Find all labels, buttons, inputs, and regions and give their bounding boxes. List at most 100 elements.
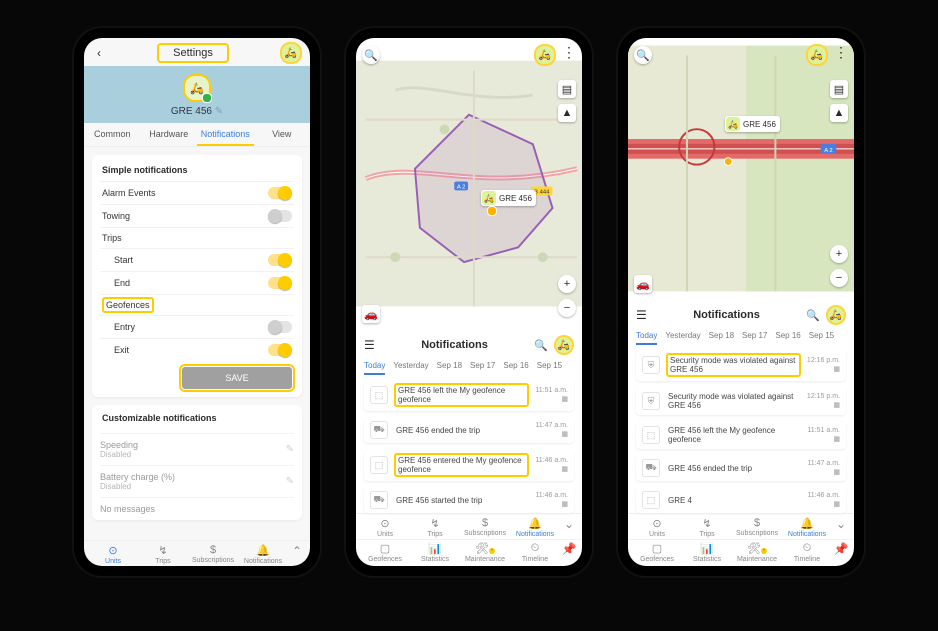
- tab-notifications[interactable]: Notifications: [197, 123, 254, 146]
- search-icon[interactable]: 🔍: [534, 339, 548, 352]
- collapse-icon[interactable]: ⌄: [832, 517, 850, 538]
- date-tab[interactable]: Sep 15: [809, 331, 834, 345]
- toggle-towing[interactable]: [268, 210, 292, 222]
- date-tab[interactable]: Today: [364, 361, 385, 375]
- map-layers-button[interactable]: ▤: [558, 80, 576, 98]
- avatar[interactable]: 🛵: [554, 335, 574, 355]
- notification-row[interactable]: ⛟GRE 456 started the trip11:46 a.m.▦: [364, 487, 574, 513]
- svg-text:B 444: B 444: [534, 189, 550, 195]
- map[interactable]: A 2 🔍 🛵 ⋮ ▤ ▲ + − 🛵 GRE 456: [628, 38, 854, 299]
- nav-timeline[interactable]: ⏲Timeline: [782, 542, 832, 563]
- date-tab[interactable]: Sep 15: [537, 361, 562, 375]
- notification-row[interactable]: ⬚GRE 456 left the My geofence geofence11…: [636, 421, 846, 449]
- zoom-in-button[interactable]: +: [830, 245, 848, 263]
- date-tab[interactable]: Sep 16: [503, 361, 528, 375]
- zoom-out-button[interactable]: −: [558, 299, 576, 317]
- nav-notifications[interactable]: 🔔Notifications: [510, 517, 560, 538]
- collapse-icon[interactable]: ⌃: [288, 544, 306, 565]
- avatar[interactable]: 🛵: [806, 44, 828, 66]
- page-title: Settings: [159, 45, 227, 61]
- date-tabs: Today Yesterday Sep 18 Sep 17 Sep 16 Sep…: [628, 331, 854, 349]
- nav-maintenance[interactable]: 🛠•Maintenance: [732, 542, 782, 563]
- collapse-icon[interactable]: ⌄: [560, 517, 578, 538]
- geofence-icon: ▢: [652, 542, 662, 555]
- edit-name-icon[interactable]: ✎: [215, 106, 223, 117]
- map[interactable]: B 444 A 2 🔍 🛵 ⋮ ▤ ▲ + − 🛵 GRE 456: [356, 38, 582, 329]
- date-tab[interactable]: Sep 18: [437, 361, 462, 375]
- avatar[interactable]: 🛵: [280, 42, 302, 64]
- nav-statistics[interactable]: 📊Statistics: [410, 542, 460, 563]
- notification-row[interactable]: ⛟GRE 456 ended the trip11:47 a.m.▦: [636, 455, 846, 481]
- date-tab[interactable]: Sep 16: [775, 331, 800, 345]
- date-tab[interactable]: Yesterday: [665, 331, 700, 345]
- nav-units[interactable]: ⊙Units: [88, 544, 138, 565]
- hamburger-icon[interactable]: ☰: [636, 308, 647, 322]
- nav-trips[interactable]: ↯Trips: [682, 517, 732, 538]
- nav-units[interactable]: ⊙Units: [632, 517, 682, 538]
- notification-row[interactable]: ⬚GRE 456 entered the My geofence geofenc…: [364, 449, 574, 481]
- pin-nav-icon[interactable]: 📌: [832, 542, 850, 563]
- date-tab[interactable]: Sep 18: [709, 331, 734, 345]
- toggle-entry[interactable]: [268, 321, 292, 333]
- nav-statistics[interactable]: 📊Statistics: [682, 542, 732, 563]
- toggle-exit[interactable]: [268, 344, 292, 356]
- back-button[interactable]: ‹: [92, 46, 106, 60]
- bell-icon: 🔔: [256, 544, 270, 557]
- notification-row[interactable]: ⬚GRE 456 left the My geofence geofence11…: [364, 379, 574, 411]
- avatar[interactable]: 🛵: [534, 44, 556, 66]
- map-locate-button[interactable]: ▲: [558, 104, 576, 122]
- nav-timeline[interactable]: ⏲Timeline: [510, 542, 560, 563]
- nav-subscriptions[interactable]: $Subscriptions: [188, 544, 238, 565]
- notification-row[interactable]: ⛨Security mode was violated against GRE …: [636, 387, 846, 415]
- tab-common[interactable]: Common: [84, 123, 141, 146]
- save-button[interactable]: SAVE: [182, 367, 292, 389]
- custom-row[interactable]: Battery charge (%)Disabled✎: [100, 465, 294, 497]
- nav-notifications[interactable]: 🔔Notifications: [238, 544, 288, 565]
- custom-row[interactable]: SpeedingDisabled✎: [100, 433, 294, 465]
- nav-geofences[interactable]: ▢Geofences: [632, 542, 682, 563]
- notification-text: GRE 456 entered the My geofence geofence: [394, 453, 529, 477]
- tab-view[interactable]: View: [254, 123, 311, 146]
- hamburger-icon[interactable]: ☰: [364, 338, 375, 352]
- unit-marker[interactable]: 🛵 GRE 456: [481, 190, 536, 206]
- nav-notifications[interactable]: 🔔Notifications: [782, 517, 832, 538]
- map-unit-button[interactable]: 🚗: [634, 275, 652, 293]
- nav-units[interactable]: ⊙Units: [360, 517, 410, 538]
- toggle-end[interactable]: [268, 277, 292, 289]
- nav-geofences[interactable]: ▢Geofences: [360, 542, 410, 563]
- nav-subscriptions[interactable]: $Subscriptions: [460, 517, 510, 538]
- nav-maintenance[interactable]: 🛠•Maintenance: [460, 542, 510, 563]
- date-tab[interactable]: Today: [636, 331, 657, 345]
- zoom-in-button[interactable]: +: [558, 275, 576, 293]
- avatar[interactable]: 🛵: [826, 305, 846, 325]
- map-locate-button[interactable]: ▲: [830, 104, 848, 122]
- toggle-alarm[interactable]: [268, 187, 292, 199]
- date-tab[interactable]: Yesterday: [393, 361, 428, 375]
- nav-subscriptions[interactable]: $Subscriptions: [732, 517, 782, 538]
- date-tab[interactable]: Sep 17: [742, 331, 767, 345]
- map-layers-button[interactable]: ▤: [830, 80, 848, 98]
- notification-row[interactable]: ⬚GRE 411:46 a.m.▦: [636, 487, 846, 513]
- row-end-label: End: [102, 278, 268, 288]
- menu-dots-icon[interactable]: ⋮: [834, 44, 848, 66]
- notification-row[interactable]: ⛟GRE 456 ended the trip11:47 a.m.▦: [364, 417, 574, 443]
- search-icon[interactable]: 🔍: [806, 309, 820, 322]
- calendar-icon: ▦: [833, 468, 840, 476]
- nav-trips[interactable]: ↯Trips: [138, 544, 188, 565]
- toggle-start[interactable]: [268, 254, 292, 266]
- map-search-button[interactable]: 🔍: [634, 46, 652, 64]
- edit-icon[interactable]: ✎: [286, 476, 294, 487]
- custom-row[interactable]: No messages: [100, 497, 294, 520]
- date-tab[interactable]: Sep 17: [470, 361, 495, 375]
- tab-hardware[interactable]: Hardware: [141, 123, 198, 146]
- nav-trips[interactable]: ↯Trips: [410, 517, 460, 538]
- menu-dots-icon[interactable]: ⋮: [562, 44, 576, 66]
- map-search-button[interactable]: 🔍: [362, 46, 380, 64]
- edit-icon[interactable]: ✎: [286, 444, 294, 455]
- zoom-out-button[interactable]: −: [830, 269, 848, 287]
- unit-header: 🛵 GRE 456 ✎: [84, 66, 310, 123]
- pin-nav-icon[interactable]: 📌: [560, 542, 578, 563]
- map-unit-button[interactable]: 🚗: [362, 305, 380, 323]
- notification-row[interactable]: ⛨Security mode was violated against GRE …: [636, 349, 846, 381]
- unit-marker[interactable]: 🛵 GRE 456: [725, 116, 780, 132]
